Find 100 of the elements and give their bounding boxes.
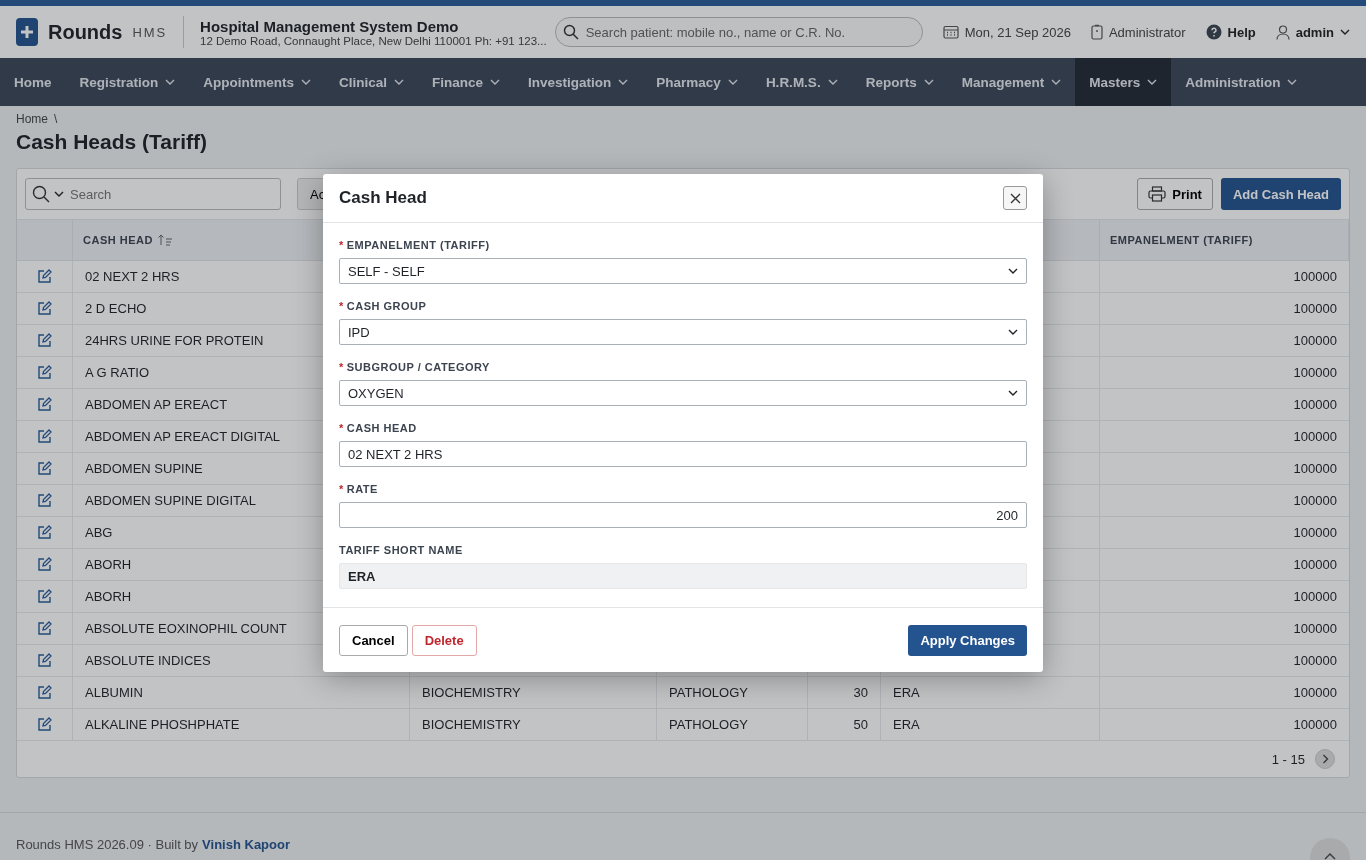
table-cell: 100000 [1100,549,1349,581]
breadcrumb-link[interactable]: Home [16,112,48,126]
cancel-button[interactable]: Cancel [339,624,408,656]
required-mark: * [339,300,344,312]
breadcrumb-separator: \ [54,112,58,126]
plus-logo-icon [16,18,38,46]
edit-icon[interactable] [37,397,52,412]
table-cell: ALBUMIN [73,677,410,709]
edit-icon[interactable] [37,685,52,700]
nav-item[interactable]: Reports [851,58,948,106]
table-cell: PATHOLOGY [657,677,808,709]
table-cell: 100000 [1100,581,1349,613]
select-field[interactable]: IPD [339,319,1027,345]
edit-icon[interactable] [37,493,52,508]
readonly-field: ERA [339,563,1027,589]
table-cell: PATHOLOGY [657,709,808,741]
dialog-title: Cash Head [339,188,427,208]
printer-icon [1148,186,1167,202]
close-icon [1009,192,1021,204]
caret-icon [54,191,64,197]
author-link[interactable]: Vinish Kapoor [202,837,290,852]
user-menu[interactable]: admin [1275,24,1350,40]
current-date: Mon, 21 Sep 2026 [964,24,1071,40]
select-field[interactable]: OXYGEN [339,380,1027,406]
required-mark: * [339,483,344,495]
search-icon [562,24,579,40]
edit-icon[interactable] [37,717,52,732]
table-cell: 50 [808,709,881,741]
table-cell: 100000 [1100,517,1349,549]
nav-item[interactable]: Management [947,58,1076,106]
edit-icon[interactable] [37,461,52,476]
next-page-button[interactable] [1315,749,1335,769]
edit-icon[interactable] [37,269,52,284]
table-cell: 30 [808,677,881,709]
chevron-up-icon [1324,852,1336,860]
brand-suffix: HMS [132,24,168,40]
table-cell: 100000 [1100,709,1349,741]
table-cell: ALKALINE PHOSHPHATE [73,709,410,741]
required-mark: * [339,361,344,373]
chevron-icon [1008,390,1018,396]
chevron-right-icon [1321,754,1329,764]
input-field[interactable]: 200 [339,502,1027,528]
table-cell: 100000 [1100,293,1349,325]
field-label: RATE [346,483,378,495]
nav-item[interactable]: Administration [1171,58,1312,106]
nav-item[interactable]: Registration [65,58,190,106]
help-icon [1205,24,1222,40]
chevron-icon [1008,329,1018,335]
nav-item[interactable]: Clinical [325,58,419,106]
column-header[interactable]: EMPANELMENT (TARIFF) [1100,220,1349,261]
table-cell: 100000 [1100,645,1349,677]
table-cell: ERA [881,677,1100,709]
edit-icon[interactable] [37,557,52,572]
edit-icon[interactable] [37,621,52,636]
nav-item[interactable]: Finance [418,58,515,106]
caret-icon [1340,29,1350,35]
edit-icon[interactable] [37,589,52,604]
table-search-field[interactable]: Search [25,178,281,210]
print-button[interactable]: Print [1137,178,1213,210]
table-cell: 100000 [1100,613,1349,645]
close-button[interactable] [1003,186,1027,210]
table-cell: ERA [881,709,1100,741]
nav-item[interactable]: Appointments [189,58,326,106]
nav-item[interactable]: Masters [1075,58,1172,106]
table-cell: 100000 [1100,485,1349,517]
table-cell: 100000 [1100,357,1349,389]
table-cell: 100000 [1100,453,1349,485]
hospital-address: 12 Demo Road, Connaught Place, New Delhi 110001 Ph: +91 123... [200,34,547,47]
edit-icon[interactable] [37,301,52,316]
table-cell: 100000 [1100,261,1349,293]
nav-item[interactable]: H.R.M.S. [751,58,852,106]
select-field[interactable]: SELF - SELF [339,258,1027,284]
edit-icon[interactable] [37,653,52,668]
required-mark: * [339,422,344,434]
user-role: Administrator [1108,24,1186,40]
hospital-name: Hospital Management System Demo [200,17,460,35]
delete-button[interactable]: Delete [411,624,477,656]
chevron-icon [1008,268,1018,274]
required-mark: * [339,239,344,251]
patient-search-field[interactable]: Search patient: mobile no., name or C.R. No. [554,17,923,47]
input-field[interactable]: 02 NEXT 2 HRS [339,441,1027,467]
table-cell: 100000 [1100,421,1349,453]
table-cell: BIOCHEMISTRY [410,677,657,709]
table-cell: 100000 [1100,677,1349,709]
edit-icon[interactable] [37,365,52,380]
edit-icon[interactable] [37,333,52,348]
apply-changes-button[interactable]: Apply Changes [908,624,1027,656]
help-link[interactable]: Help [1205,24,1256,40]
pagination-range: 1 - 15 [1271,751,1305,767]
badge-icon [1090,24,1103,40]
edit-icon[interactable] [37,429,52,444]
nav-item[interactable]: Home [0,58,66,106]
edit-icon[interactable] [37,525,52,540]
calendar-icon [942,25,959,39]
page-title: Cash Heads (Tariff) [16,130,208,154]
table-cell: BIOCHEMISTRY [410,709,657,741]
nav-item[interactable]: Pharmacy [642,58,752,106]
search-icon [32,185,50,203]
add-cash-head-button[interactable]: Add Cash Head [1220,178,1341,210]
nav-item[interactable]: Investigation [514,58,643,106]
